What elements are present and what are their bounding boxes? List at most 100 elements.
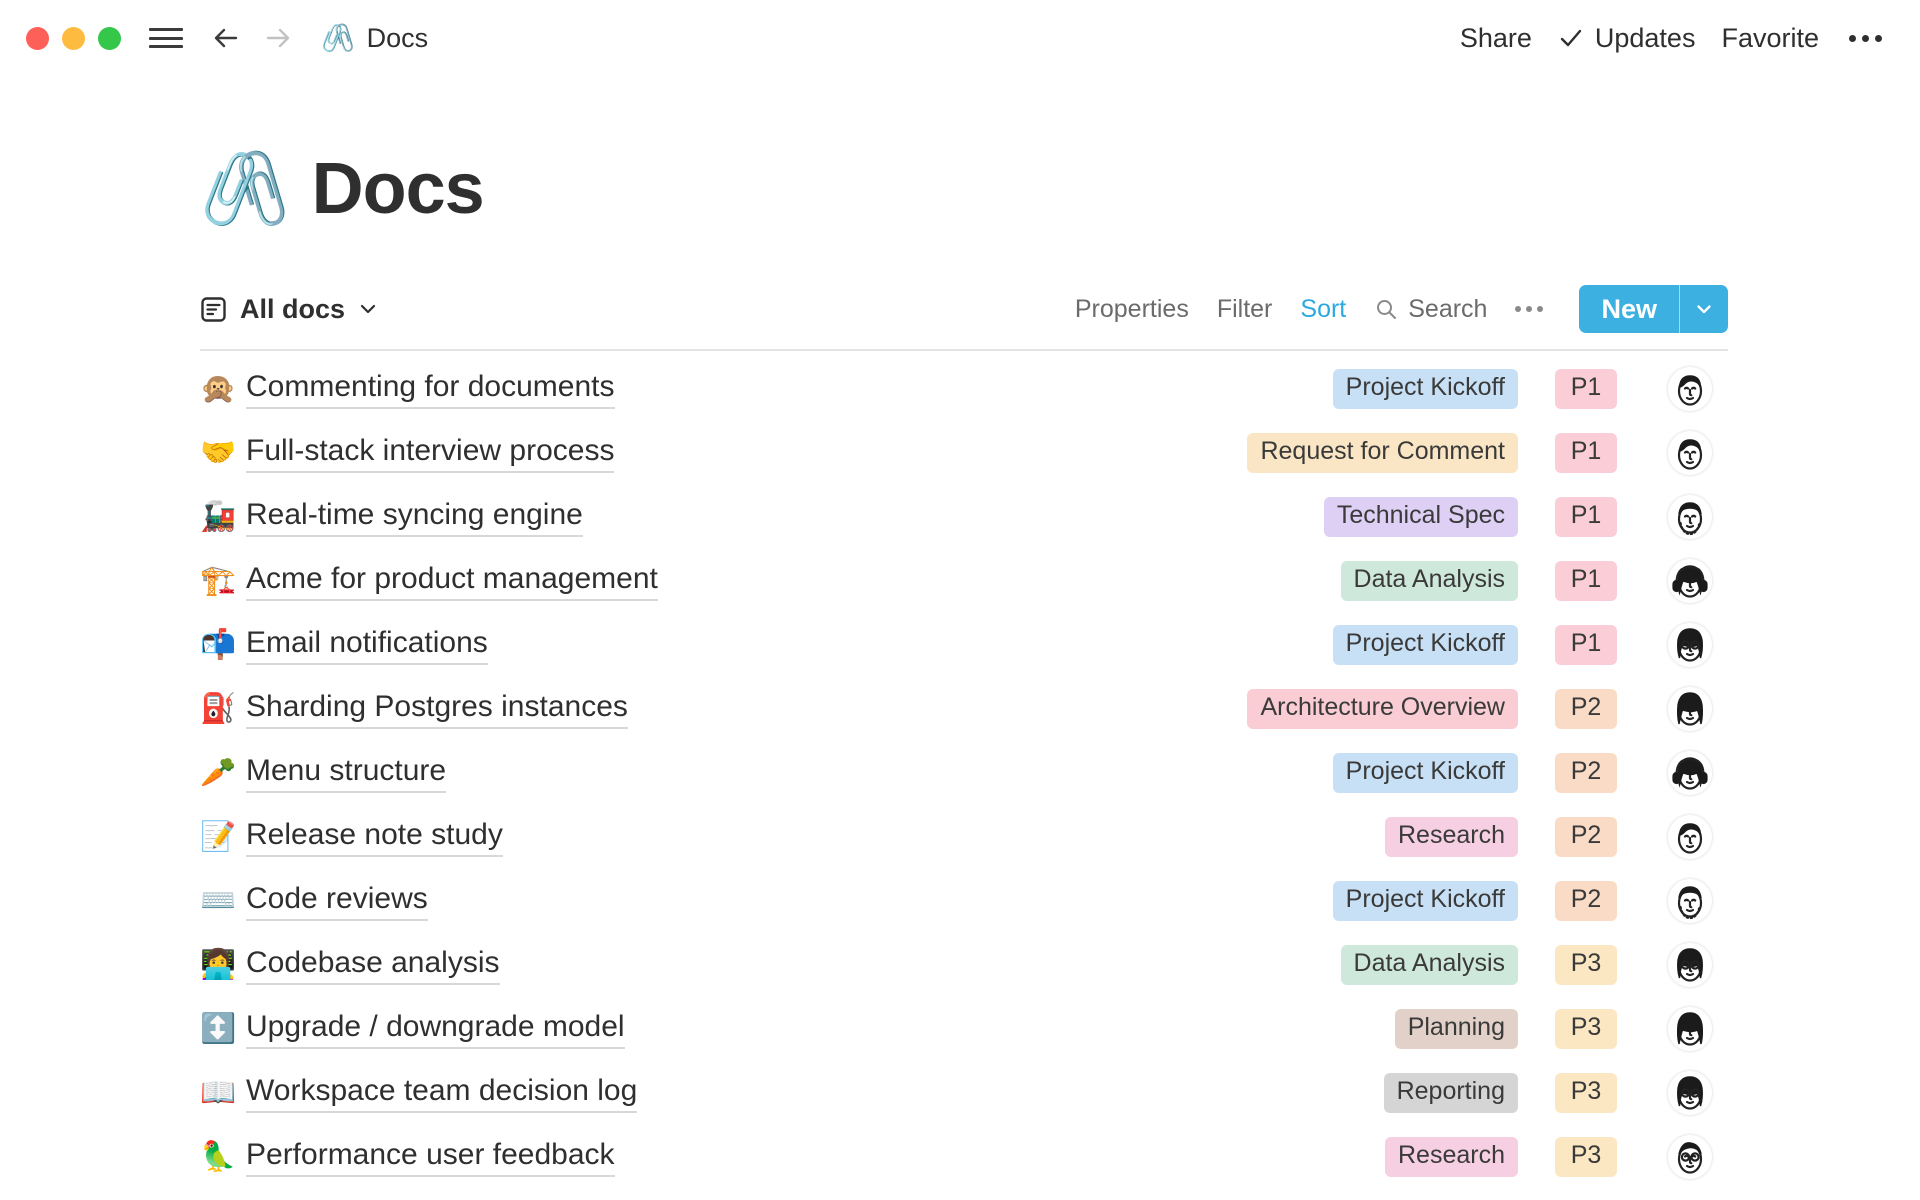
search-label: Search [1408,295,1487,324]
page-title: Docs [312,148,484,230]
priority-badge[interactable]: P2 [1555,689,1618,729]
priority-badge[interactable]: P3 [1555,1073,1618,1113]
share-button[interactable]: Share [1460,23,1532,54]
table-row[interactable]: ⌨️Code reviewsProject KickoffP2 [200,869,1728,933]
category-tag[interactable]: Project Kickoff [1333,881,1518,921]
avatar[interactable] [1668,879,1712,923]
priority-badge[interactable]: P2 [1555,881,1618,921]
row-emoji-icon: 🦜 [200,1143,246,1172]
category-tag[interactable]: Project Kickoff [1333,625,1518,665]
category-tag[interactable]: Data Analysis [1341,561,1518,601]
document-title-link[interactable]: Release note study [246,818,503,857]
table-row[interactable]: 📝Release note study Research P2 [200,805,1728,869]
avatar[interactable] [1668,943,1712,987]
table-row[interactable]: 🏗️Acme for product managementData Analys… [200,549,1728,613]
priority-cell: P1 [1540,497,1632,537]
view-selector[interactable]: All docs [200,294,378,325]
category-tag[interactable]: Project Kickoff [1333,753,1518,793]
titlebar-actions: Share Updates Favorite [1460,23,1890,54]
avatar[interactable] [1668,431,1712,475]
priority-badge[interactable]: P3 [1555,1009,1618,1049]
avatar[interactable] [1668,1071,1712,1115]
forward-arrow-icon[interactable] [261,21,295,55]
avatar[interactable] [1668,1135,1712,1179]
category-tag[interactable]: Architecture Overview [1247,689,1518,729]
close-window-button[interactable] [26,27,49,50]
updates-button[interactable]: Updates [1558,23,1696,54]
document-title-link[interactable]: Workspace team decision log [246,1074,637,1113]
avatar[interactable] [1668,495,1712,539]
table-row[interactable]: 🚂Real-time syncing engineTechnical SpecP… [200,485,1728,549]
toolbar-more-icon[interactable] [1515,306,1543,312]
avatar[interactable] [1668,367,1712,411]
document-title-link[interactable]: Menu structure [246,754,446,793]
sort-button[interactable]: Sort [1300,295,1346,324]
priority-badge[interactable]: P1 [1555,625,1618,665]
back-arrow-icon[interactable] [209,21,243,55]
window-titlebar: 🖇️ Docs Share Updates Favorite [0,0,1920,76]
table-row[interactable]: 🤝Full-stack interview processRequest for… [200,421,1728,485]
priority-badge[interactable]: P3 [1555,945,1618,985]
priority-badge[interactable]: P1 [1555,561,1618,601]
assignee-cell [1652,623,1728,667]
avatar[interactable] [1668,687,1712,731]
category-tag[interactable]: Project Kickoff [1333,369,1518,409]
category-tag[interactable]: Planning [1395,1009,1518,1049]
priority-badge[interactable]: P1 [1555,497,1618,537]
document-title-link[interactable]: Code reviews [246,882,428,921]
avatar[interactable] [1668,751,1712,795]
document-title-link[interactable]: Acme for product management [246,562,658,601]
toolbar-actions: Properties Filter Sort Search New [1075,285,1728,333]
document-title-link[interactable]: Sharding Postgres instances [246,690,628,729]
avatar[interactable] [1668,559,1712,603]
filter-button[interactable]: Filter [1217,295,1273,324]
breadcrumb[interactable]: 🖇️ Docs [321,23,428,54]
table-row[interactable]: 📬Email notificationsProject KickoffP1 [200,613,1728,677]
category-tag[interactable]: Research [1385,817,1518,857]
new-button-dropdown[interactable] [1680,285,1728,333]
tag-cell: Architecture Overview [1188,689,1518,729]
priority-badge[interactable]: P1 [1555,369,1618,409]
document-title-link[interactable]: Real-time syncing engine [246,498,583,537]
avatar[interactable] [1668,815,1712,859]
priority-badge[interactable]: P1 [1555,433,1618,473]
row-emoji-icon: 📝 [200,823,246,852]
menu-icon[interactable] [149,25,183,51]
favorite-button[interactable]: Favorite [1721,23,1819,54]
minimize-window-button[interactable] [62,27,85,50]
maximize-window-button[interactable] [98,27,121,50]
more-options-icon[interactable] [1845,35,1882,42]
document-title-link[interactable]: Codebase analysis [246,946,500,985]
table-row[interactable]: 🙊Commenting for documentsProject Kickoff… [200,357,1728,421]
document-title-link[interactable]: Upgrade / downgrade model [246,1010,625,1049]
priority-badge[interactable]: P2 [1555,753,1618,793]
priority-badge[interactable]: P2 [1555,817,1618,857]
category-tag[interactable]: Research [1385,1137,1518,1177]
table-row[interactable]: 🦜Performance user feedback Research P3 [200,1125,1728,1189]
updates-label: Updates [1595,23,1696,54]
document-title-link[interactable]: Commenting for documents [246,370,615,409]
search-button[interactable]: Search [1374,295,1487,324]
priority-badge[interactable]: P3 [1555,1137,1618,1177]
category-tag[interactable]: Reporting [1384,1073,1518,1113]
table-row[interactable]: 👩‍💻Codebase analysisData AnalysisP3 [200,933,1728,997]
table-row[interactable]: ⛽Sharding Postgres instancesArchitecture… [200,677,1728,741]
category-tag[interactable]: Data Analysis [1341,945,1518,985]
tag-cell: Research [1188,1137,1518,1177]
document-title-link[interactable]: Email notifications [246,626,488,665]
new-button[interactable]: New [1579,285,1679,333]
table-row[interactable]: ↕️Upgrade / downgrade modelPlanningP3 [200,997,1728,1061]
avatar[interactable] [1668,1007,1712,1051]
document-title-link[interactable]: Full-stack interview process [246,434,614,473]
table-row[interactable]: 📖Workspace team decision logReportingP3 [200,1061,1728,1125]
tag-cell: Request for Comment [1188,433,1518,473]
view-label: All docs [240,294,345,325]
table-row[interactable]: 🥕Menu structureProject KickoffP2 [200,741,1728,805]
category-tag[interactable]: Technical Spec [1324,497,1518,537]
document-title-link[interactable]: Performance user feedback [246,1138,615,1177]
avatar[interactable] [1668,623,1712,667]
tag-cell: Planning [1188,1009,1518,1049]
tag-cell: Data Analysis [1188,945,1518,985]
category-tag[interactable]: Request for Comment [1247,433,1518,473]
properties-button[interactable]: Properties [1075,295,1189,324]
